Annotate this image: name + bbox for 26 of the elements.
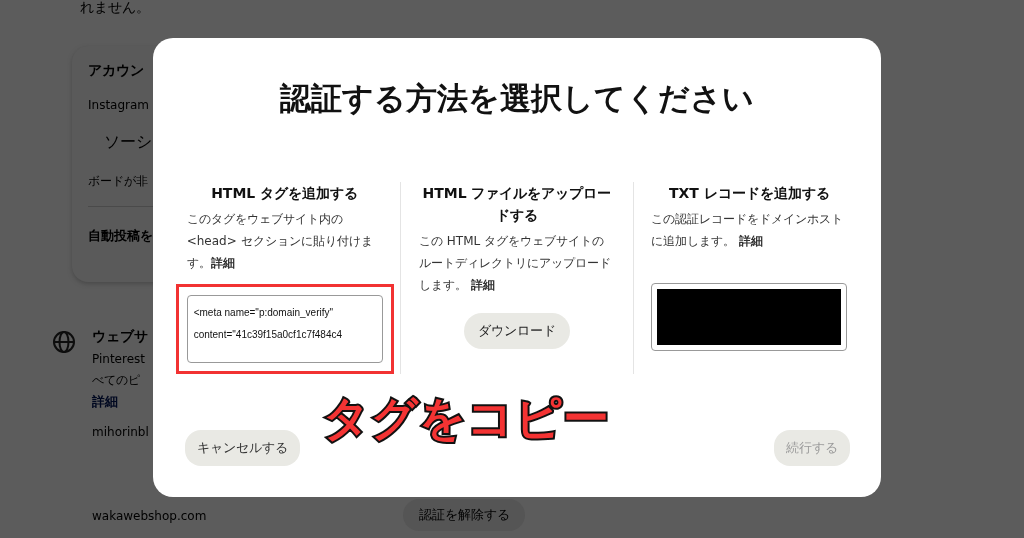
method-description: この HTML タグをウェブサイトのルートディレクトリにアップロードします。 詳細 xyxy=(419,233,612,294)
card-heading: アカウン xyxy=(88,62,144,80)
method-heading: TXT レコードを追加する xyxy=(668,184,830,203)
download-button[interactable]: ダウンロード xyxy=(464,313,570,349)
board-note: ボードが非 xyxy=(88,173,148,190)
method-description: この認証レコードをドメインホストに追加します。 詳細 xyxy=(651,211,845,250)
method-description: このタグをウェブサイト内の <head> セクションに貼り付けます。詳細 xyxy=(186,211,374,272)
method-heading: HTML ファイルをアップロードする xyxy=(421,184,613,225)
annotation-text: タグをコピー xyxy=(323,390,610,447)
instagram-label: Instagram xyxy=(88,98,150,112)
details-link[interactable]: 詳細 xyxy=(92,393,118,411)
cancel-button[interactable]: キャンセルする xyxy=(185,430,300,466)
domain-text: mihorinbl xyxy=(92,425,149,439)
globe-icon xyxy=(52,330,76,354)
dialog-title: 認証する方法を選択してください xyxy=(278,79,755,118)
tag-code-field[interactable]: <meta name="p:domain_verify" content="41c39f15a0cf1c7f484c4 xyxy=(186,295,383,363)
record-field[interactable] xyxy=(651,283,848,351)
domain-text: wakawebshop.com xyxy=(92,509,207,523)
unverify-button[interactable]: 認証を解除する xyxy=(403,499,525,531)
social-button[interactable]: ソーシ xyxy=(104,132,152,153)
method-heading: HTML タグを追加する xyxy=(211,184,359,203)
website-heading: ウェブサ xyxy=(92,328,148,346)
website-description: べてのピ xyxy=(92,372,140,389)
website-description: Pinterest xyxy=(92,352,145,366)
autopost-label: 自動投稿を xyxy=(88,227,153,245)
intro-text: れません。 xyxy=(80,0,150,17)
